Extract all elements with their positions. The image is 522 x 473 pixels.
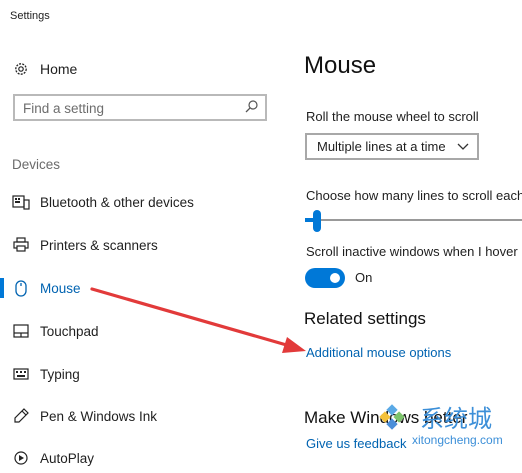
sidebar-item-mouse[interactable]: Mouse	[0, 273, 285, 303]
sidebar-item-label: Printers & scanners	[40, 237, 158, 253]
sidebar-item-touchpad[interactable]: Touchpad	[0, 316, 285, 346]
home-label: Home	[40, 61, 78, 77]
inactive-scroll-label: Scroll inactive windows when I hover	[306, 244, 518, 259]
search-box[interactable]	[13, 94, 267, 121]
sidebar-item-label: AutoPlay	[40, 450, 95, 466]
sidebar-item-label: Pen & Windows Ink	[40, 408, 158, 424]
sidebar-item-label: Mouse	[40, 280, 81, 296]
watermark-brand-text: 系统城	[420, 405, 492, 433]
printer-icon	[12, 236, 30, 254]
bluetooth-keyboard-icon	[12, 193, 30, 211]
sidebar-item-pen[interactable]: Pen & Windows Ink	[0, 401, 285, 431]
title-bar: Settings	[0, 0, 522, 32]
toggle-knob	[330, 273, 340, 283]
watermark: 系统城 xitongcheng.com	[370, 393, 522, 455]
section-heading-devices: Devices	[12, 157, 61, 172]
sidebar-item-typing[interactable]: Typing	[0, 359, 285, 389]
slider-thumb[interactable]	[313, 210, 321, 232]
search-input[interactable]	[23, 99, 243, 117]
sidebar-item-label: Touchpad	[40, 323, 99, 339]
window-title: Settings	[10, 10, 50, 22]
chevron-down-icon	[457, 143, 469, 150]
sidebar-item-printers[interactable]: Printers & scanners	[0, 230, 285, 260]
lines-slider[interactable]	[305, 210, 522, 232]
home-nav-item[interactable]: Home	[12, 59, 77, 79]
touchpad-icon	[12, 322, 30, 340]
active-indicator	[0, 278, 4, 298]
additional-mouse-options-link[interactable]: Additional mouse options	[306, 345, 451, 360]
search-icon[interactable]	[243, 99, 259, 115]
dropdown-value: Multiple lines at a time	[317, 139, 446, 154]
main-content: Mouse Roll the mouse wheel to scroll Mul…	[285, 32, 522, 455]
pen-icon	[12, 407, 30, 425]
lines-to-scroll-label: Choose how many lines to scroll each	[306, 188, 522, 203]
gear-icon	[12, 60, 30, 78]
related-settings-heading: Related settings	[304, 309, 426, 328]
scroll-wheel-dropdown[interactable]: Multiple lines at a time	[305, 133, 479, 160]
slider-track	[305, 219, 522, 221]
autoplay-icon	[12, 449, 30, 467]
sidebar-item-autoplay[interactable]: AutoPlay	[0, 443, 285, 473]
sidebar-item-bluetooth[interactable]: Bluetooth & other devices	[0, 187, 285, 217]
toggle-state-label: On	[355, 270, 373, 285]
slider-fill	[305, 218, 313, 222]
sidebar-item-label: Bluetooth & other devices	[40, 194, 194, 210]
watermark-url-text: xitongcheng.com	[412, 433, 503, 447]
inactive-scroll-toggle[interactable]	[305, 268, 345, 288]
keyboard-icon	[12, 365, 30, 383]
mouse-icon	[12, 279, 30, 297]
scroll-wheel-label: Roll the mouse wheel to scroll	[306, 109, 479, 124]
page-title: Mouse	[304, 52, 377, 79]
sidebar: Home Devices Bluetooth & other devices P…	[0, 32, 285, 466]
sidebar-item-label: Typing	[40, 366, 80, 382]
